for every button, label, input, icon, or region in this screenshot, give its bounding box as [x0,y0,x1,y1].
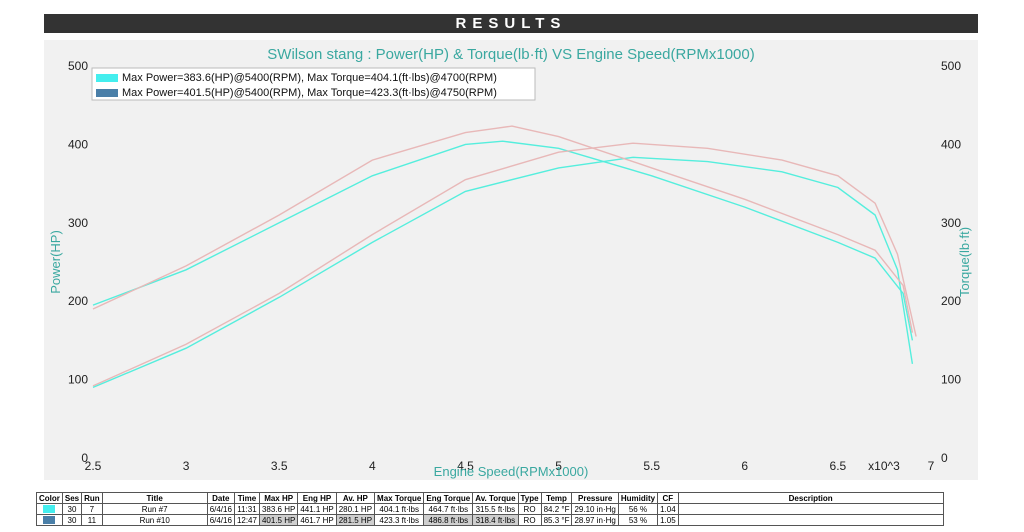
x-tick-label: 3.5 [271,459,288,473]
table-cell: 315.5 ft·lbs [472,503,519,515]
table-cell: 404.1 ft·lbs [374,503,425,515]
legend-entry-run-7: Max Power=383.6(HP)@5400(RPM), Max Torqu… [122,72,497,84]
table-cell: 28.97 in·Hg [571,514,619,526]
table-cell: 1.04 [657,503,679,515]
table-cell: 464.7 ft·lbs [423,503,474,515]
x-tick-label: 5.5 [643,459,660,473]
y-right-tick-label: 500 [941,59,961,73]
table-header-cell: Color [36,492,63,504]
table-row[interactable]: 30 11 Run #10 6/4/16 12:47 401.5 HP 461.7 HP 28… [36,514,944,526]
torque-line-series-2 [92,125,914,333]
x-tick-label: 2.5 [85,459,102,473]
table-cell: 11:31 [233,503,260,515]
table-row[interactable]: 30 7 Run #7 6/4/16 11:31 383.6 HP 441.1 HP 280.… [36,503,944,515]
table-cell [677,503,944,515]
results-table: Color Ses Run Title Date Time Max HP Eng HP Av. … [36,492,944,526]
table-cell: RO [517,514,542,526]
table-header-cell: Time [233,492,260,504]
y-tick-label: 100 [68,373,88,387]
table-header-cell: Av. HP [335,492,376,504]
table-cell: Run #10 [101,514,208,526]
y-tick-label: 200 [68,294,88,308]
x-tick-label: 4 [369,459,376,473]
legend-entry-run-10: Max Power=401.5(HP)@5400(RPM), Max Torqu… [122,87,497,99]
plot-lines [92,125,917,389]
table-cell: 1.05 [657,514,679,526]
table-cell: 11 [81,514,103,526]
x-axis-title: Engine Speed(RPMx1000) [434,464,589,479]
y-right-tick-label: 400 [941,137,961,151]
x-tick-label: 6.5 [830,459,847,473]
x-tick-label: 3 [183,459,190,473]
table-cell: 441.1 HP [297,503,337,515]
table-header-cell: Eng HP [297,492,337,504]
y-right-tick-label: 100 [941,373,961,387]
table-cell: 56 % [617,503,659,515]
power-line-series-2 [92,142,917,387]
table-cell: 12:47 [233,514,260,526]
y-axis-left: 0100200300400500 [68,59,88,465]
y-tick-label: 500 [68,59,88,73]
table-body: 30 7 Run #7 6/4/16 11:31 383.6 HP 441.1 HP 280.… [36,503,944,526]
table-cell: Run #7 [101,503,208,515]
table-cell: 30 [61,503,83,515]
table-header-row: Color Ses Run Title Date Time Max HP Eng HP Av. … [36,492,944,504]
table-header-cell: Eng Torque [423,492,474,504]
chart-title: SWilson stang : Power(HP) & Torque(lb·ft… [267,46,754,63]
table-header-cell: Run [81,492,103,504]
table-cell: 383.6 HP [258,503,299,515]
x-multiplier-label: x10^3 [868,459,900,473]
table-cell: 6/4/16 [206,503,235,515]
table-header-cell: Temp [540,492,573,504]
table-cell: 401.5 HP [258,514,299,526]
table-header-cell: Pressure [571,492,619,504]
table-header-cell: Type [517,492,542,504]
table-cell: 423.3 ft·lbs [374,514,425,526]
table-header-cell: Description [677,492,944,504]
table-cell: 85.3 °F [540,514,573,526]
table-cell: 281.5 HP [335,514,376,526]
table-cell: 280.1 HP [335,503,376,515]
table-cell: 84.2 °F [540,503,573,515]
y-tick-label: 400 [68,137,88,151]
table-cell: 29.10 in·Hg [571,503,619,515]
color-swatch [43,505,56,514]
color-cell [36,503,63,515]
table-header-cell: Av. Torque [472,492,519,504]
dyno-chart-panel: SWilson stang : Power(HP) & Torque(lb·ft… [44,40,978,480]
y-axis-left-title: Power(HP) [48,230,63,294]
dyno-chart: SWilson stang : Power(HP) & Torque(lb·ft… [48,46,972,479]
table-header-cell: Humidity [617,492,659,504]
table-header-cell: Ses [61,492,83,504]
legend: Max Power=383.6(HP)@5400(RPM), Max Torqu… [91,67,536,101]
table-cell: 6/4/16 [206,514,235,526]
color-swatch [43,516,56,525]
torque-line-series-1 [92,140,914,341]
table-cell: RO [517,503,542,515]
table-cell: 461.7 HP [297,514,337,526]
results-header: RESULTS [44,14,978,33]
y-right-tick-label: 0 [941,451,948,465]
table-cell: 30 [61,514,83,526]
legend-swatch-run-7 [96,74,118,82]
color-cell [36,514,63,526]
table-cell [677,514,944,526]
table-cell: 486.8 ft·lbs [423,514,474,526]
table-header-cell: Max HP [258,492,299,504]
legend-swatch-run-10 [96,89,118,97]
table-header-cell: CF [657,492,679,504]
table-header-cell: Max Torque [374,492,425,504]
table-header-cell: Title [101,492,208,504]
x-tick-label: 7 [928,459,935,473]
y-axis-right-title: Torque(lb·ft) [957,227,972,297]
table-cell: 53 % [617,514,659,526]
x-tick-label: 6 [741,459,748,473]
table-cell: 7 [81,503,103,515]
y-tick-label: 300 [68,216,88,230]
power-line-series-1 [92,156,914,389]
table-header-cell: Date [206,492,235,504]
table-cell: 318.4 ft·lbs [472,514,519,526]
